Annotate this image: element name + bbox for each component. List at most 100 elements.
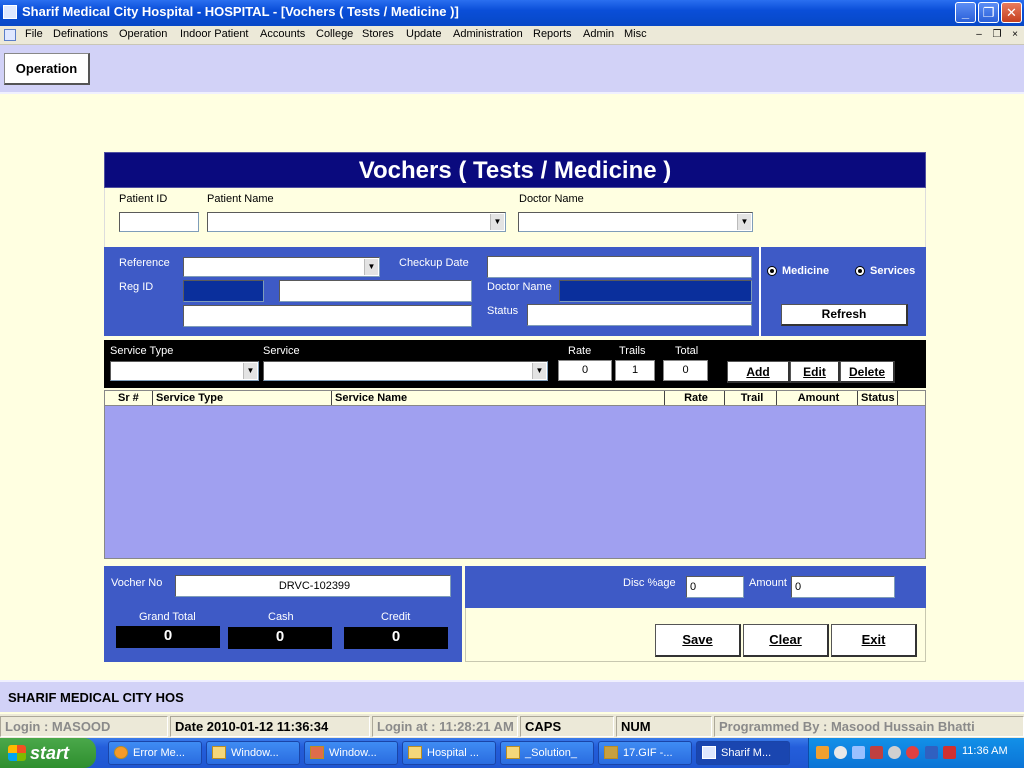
chevron-down-icon[interactable]: ▼: [243, 363, 257, 379]
menu-update[interactable]: Update: [406, 28, 441, 40]
toolbar: [0, 45, 1024, 94]
doctor-name-input[interactable]: [559, 280, 752, 302]
service-type-combo[interactable]: ▼: [110, 361, 259, 381]
status-login-at: Login at : 11:28:21 AM: [372, 716, 518, 737]
menu-accounts[interactable]: Accounts: [260, 28, 305, 40]
reg-name-input[interactable]: [279, 280, 472, 302]
amount-label: Amount: [749, 577, 787, 589]
minimize-button[interactable]: _: [955, 2, 976, 23]
refresh-button[interactable]: Refresh: [781, 304, 908, 326]
menu-indoor-patient[interactable]: Indoor Patient: [180, 28, 249, 40]
status-date: Date 2010-01-12 11:36:34: [170, 716, 370, 737]
rate-label: Rate: [568, 345, 592, 357]
clear-button[interactable]: Clear: [743, 624, 829, 657]
edit-button[interactable]: Edit: [790, 361, 840, 383]
chevron-down-icon[interactable]: ▼: [737, 214, 751, 230]
close-button[interactable]: ✕: [1001, 2, 1022, 23]
mdi-minimize-button[interactable]: –: [972, 29, 986, 41]
total-label: Total: [675, 345, 699, 357]
trails-label: Trails: [619, 345, 646, 357]
total-input[interactable]: 0: [663, 360, 708, 381]
grand-total-value: 0: [116, 626, 220, 648]
reg-id-input[interactable]: [183, 280, 264, 302]
tray-icon[interactable]: [870, 746, 883, 759]
menu-college[interactable]: College: [316, 28, 353, 40]
column-header-amount[interactable]: Amount: [777, 391, 858, 405]
menu-stores[interactable]: Stores: [362, 28, 394, 40]
taskbar-item[interactable]: Error Me...: [108, 741, 202, 765]
menu-operation[interactable]: Operation: [119, 28, 167, 40]
address-input[interactable]: [183, 305, 472, 327]
menu-misc[interactable]: Misc: [624, 28, 647, 40]
disc-percentage-input[interactable]: 0: [686, 576, 744, 598]
status-num: NUM: [616, 716, 712, 737]
trails-input[interactable]: 1: [615, 360, 655, 381]
status-input[interactable]: [527, 304, 752, 326]
cash-label: Cash: [268, 611, 294, 623]
column-header-service-name[interactable]: Service Name: [332, 391, 665, 405]
column-header-status[interactable]: Status: [858, 391, 898, 405]
patient-id-input[interactable]: [119, 212, 199, 232]
taskbar-item-label: Window...: [231, 747, 279, 759]
taskbar-item[interactable]: Hospital ...: [402, 741, 496, 765]
status-programmed-by: Programmed By : Masood Hussain Bhatti: [714, 716, 1024, 737]
start-button[interactable]: start: [0, 738, 96, 768]
taskbar-item[interactable]: Window...: [206, 741, 300, 765]
services-radio[interactable]: [855, 266, 865, 276]
column-header-service-type[interactable]: Service Type: [153, 391, 332, 405]
doctor-name-info-label: Doctor Name: [487, 281, 552, 293]
menu-admin[interactable]: Admin: [583, 28, 614, 40]
reg-id-label: Reg ID: [119, 281, 154, 293]
taskbar-item-label: 17.GIF -...: [623, 747, 673, 759]
menu-administration[interactable]: Administration: [453, 28, 523, 40]
menu-bar: File Definations Operation Indoor Patien…: [0, 26, 1024, 45]
tray-icon[interactable]: [834, 746, 847, 759]
save-button[interactable]: Save: [655, 624, 741, 657]
delete-button[interactable]: Delete: [840, 361, 895, 383]
mdi-restore-button[interactable]: ❐: [990, 29, 1004, 41]
vocher-no-label: Vocher No: [111, 577, 163, 589]
patient-name-label: Patient Name: [207, 193, 274, 205]
cash-value: 0: [228, 627, 332, 649]
tray-icon[interactable]: [925, 746, 938, 759]
clock[interactable]: 11:36 AM: [962, 745, 1008, 757]
chevron-down-icon[interactable]: ▼: [532, 363, 546, 379]
menu-reports[interactable]: Reports: [533, 28, 572, 40]
maximize-button[interactable]: ❐: [978, 2, 999, 23]
folder-icon: [212, 746, 226, 759]
taskbar-item-active[interactable]: Sharif M...: [696, 741, 790, 765]
chevron-down-icon[interactable]: ▼: [490, 214, 504, 230]
tray-icon[interactable]: [816, 746, 829, 759]
taskbar-item-label: Window...: [329, 747, 377, 759]
doctor-name-combo[interactable]: ▼: [518, 212, 753, 232]
services-grid[interactable]: [104, 405, 926, 559]
taskbar-item-label: Error Me...: [133, 747, 185, 759]
menu-definations[interactable]: Definations: [53, 28, 108, 40]
checkup-date-input[interactable]: [487, 256, 752, 278]
add-button[interactable]: Add: [727, 361, 790, 383]
operation-button[interactable]: Operation: [4, 53, 90, 85]
security-icon[interactable]: [943, 746, 956, 759]
vocher-no-input[interactable]: DRVC-102399: [175, 575, 451, 597]
service-combo[interactable]: ▼: [263, 361, 548, 381]
column-header-rate[interactable]: Rate: [665, 391, 725, 405]
medicine-radio[interactable]: [767, 266, 777, 276]
status-login: Login : MASOOD: [0, 716, 168, 737]
amount-input[interactable]: 0: [791, 576, 895, 598]
chevron-down-icon[interactable]: ▼: [364, 259, 378, 275]
rate-input[interactable]: 0: [558, 360, 612, 381]
mdi-close-button[interactable]: ×: [1008, 29, 1022, 41]
reference-combo[interactable]: ▼: [183, 257, 380, 277]
menu-file[interactable]: File: [25, 28, 43, 40]
exit-button[interactable]: Exit: [831, 624, 917, 657]
patient-name-combo[interactable]: ▼: [207, 212, 506, 232]
grid-header: Sr # Service Type Service Name Rate Trai…: [104, 390, 926, 406]
column-header-trail[interactable]: Trail: [725, 391, 777, 405]
taskbar-item[interactable]: Window...: [304, 741, 398, 765]
taskbar-item[interactable]: 17.GIF -...: [598, 741, 692, 765]
tray-icon[interactable]: [906, 746, 919, 759]
taskbar-item[interactable]: _Solution_: [500, 741, 594, 765]
messenger-icon[interactable]: [888, 746, 901, 759]
column-header-sr[interactable]: Sr #: [115, 391, 153, 405]
network-icon[interactable]: [852, 746, 865, 759]
